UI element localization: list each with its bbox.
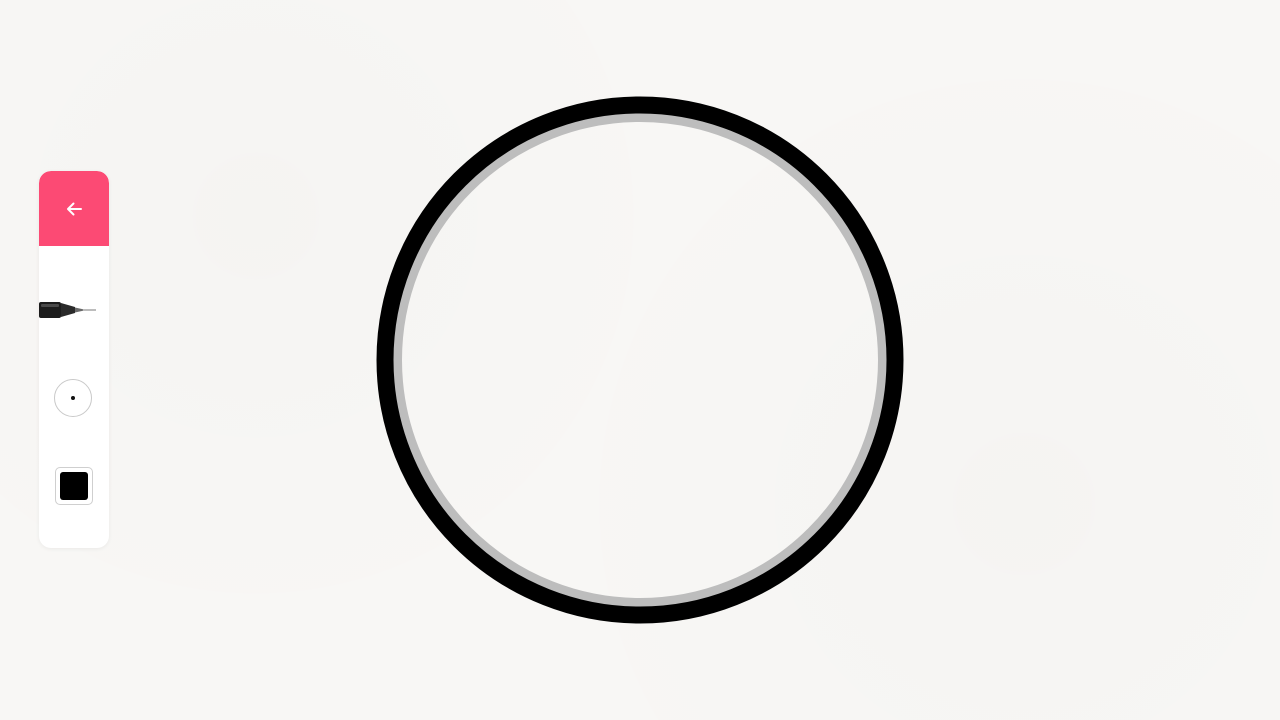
brush-size-dot (71, 396, 75, 400)
circle-inner-ring (386, 106, 894, 614)
circle-outer-ring (376, 96, 904, 624)
arrow-left-icon (67, 202, 82, 215)
color-picker-button[interactable] (55, 467, 93, 505)
tool-sidebar (39, 171, 109, 548)
pen-tool-button[interactable] (39, 295, 109, 325)
brush-size-button[interactable] (54, 379, 92, 417)
pen-icon (39, 302, 96, 318)
selected-color-swatch (60, 472, 88, 500)
back-button[interactable] (39, 171, 109, 246)
drawing-canvas[interactable] (0, 0, 1280, 720)
drawing-layer (376, 96, 904, 624)
